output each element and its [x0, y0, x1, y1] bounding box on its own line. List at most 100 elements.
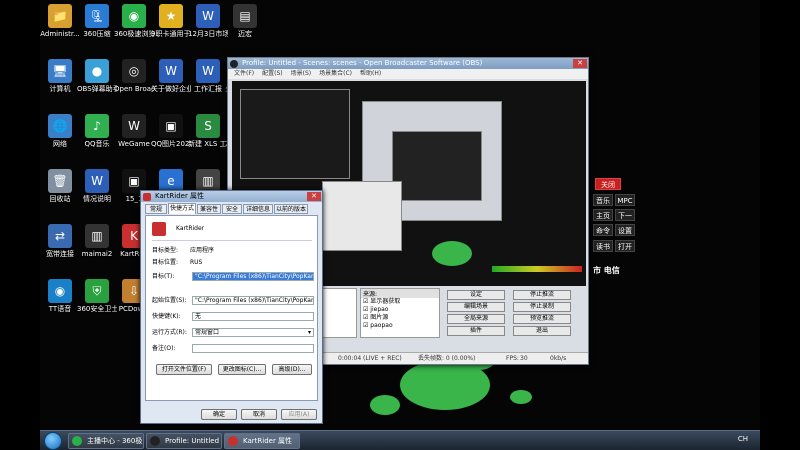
start-button[interactable]: [44, 432, 62, 450]
comment-input[interactable]: [192, 344, 314, 353]
tab-4[interactable]: 详细信息: [243, 204, 273, 214]
desktop-icon-glyph: ♪: [85, 114, 109, 138]
desktop-icon-glyph: ▥: [85, 224, 109, 248]
start-in-input[interactable]: "C:\Program Files (x86)\TianCity\PopKar: [192, 296, 314, 305]
tab-0[interactable]: 常规: [145, 204, 167, 214]
obs-menu-item[interactable]: 场景集合(C): [319, 70, 352, 77]
desktop-icon[interactable]: ⛨ 360安全卫士: [77, 279, 117, 313]
tab-5[interactable]: 以前的版本: [274, 204, 308, 214]
source-label: jiepao: [370, 306, 389, 313]
desktop-icon-label: TT语音: [48, 305, 72, 313]
row-comment: 备注(O):: [152, 344, 190, 353]
properties-tabs: 常规 快捷方式 兼容性 安全 详细信息 以前的版本: [141, 203, 322, 214]
cancel-button[interactable]: 取消: [241, 409, 277, 420]
run-select-value: 常规窗口: [195, 329, 220, 336]
desktop-icon-glyph: ●: [85, 59, 109, 83]
obs-control-button[interactable]: 全局来源: [447, 314, 505, 324]
desktop-icon[interactable]: S 新建 XLS 工作表: [188, 114, 228, 148]
task-icon: [150, 436, 160, 446]
source-item[interactable]: ☑ 图片源: [361, 314, 439, 322]
desktop-icon[interactable]: ▥ maimai2: [77, 224, 117, 258]
desktop-icon-label: 网络: [53, 140, 67, 148]
obs-control-button[interactable]: 编辑场景: [447, 302, 505, 312]
tray-text: CH: [737, 435, 748, 443]
desktop-icon-label: QQ音乐: [84, 140, 110, 148]
desktop-icon[interactable]: 🌐 网络: [40, 114, 80, 148]
taskbar-task[interactable]: 主播中心 - 360极...: [68, 433, 144, 449]
desktop-icon-label: 360极速浏览器: [114, 30, 154, 38]
open-file-location-button[interactable]: 打开文件位置(F): [156, 364, 212, 375]
preview-splat: [432, 241, 472, 266]
desktop-icon[interactable]: 🗑 回收站: [40, 169, 80, 203]
tab-2[interactable]: 兼容性: [197, 204, 221, 214]
obs-menu-item[interactable]: 配置(S): [262, 70, 283, 77]
desktop-icon[interactable]: W 工作汇报: [188, 59, 228, 93]
ok-button[interactable]: 确定: [201, 409, 237, 420]
desktop-icon[interactable]: W 情况说明: [77, 169, 117, 203]
right-extra-tile[interactable]: 打开: [615, 240, 635, 252]
desktop-icon[interactable]: ● OBS弹幕助手: [77, 59, 117, 93]
right-tile[interactable]: 命令: [593, 224, 613, 236]
properties-titlebar[interactable]: KartRider 属性 ✕: [141, 191, 322, 202]
right-tile[interactable]: 下一首: [615, 209, 635, 232]
right-tile[interactable]: MPC: [615, 194, 635, 206]
source-item[interactable]: ☑ 显示器获取: [361, 298, 439, 306]
target-input[interactable]: "C:\Program Files (x86)\TianCity\PopKart…: [192, 272, 314, 281]
right-tile[interactable]: 音乐: [593, 194, 613, 206]
desktop-icon[interactable]: ▣ QQ图片20210615...: [151, 114, 191, 148]
desktop-icon[interactable]: 📁 Administr...: [40, 4, 80, 38]
right-red-tile[interactable]: 关闭: [595, 178, 621, 190]
desktop-icon-glyph: 📁: [48, 4, 72, 28]
tab-3[interactable]: 安全: [222, 204, 242, 214]
desktop-icon[interactable]: ♪ QQ音乐: [77, 114, 117, 148]
desktop-icon-label: 新建 XLS 工作表: [188, 140, 228, 148]
obs-control-button[interactable]: 停止推流: [513, 290, 571, 300]
tab-1[interactable]: 快捷方式: [168, 203, 196, 214]
obs-menu-item[interactable]: 帮助(H): [360, 70, 381, 77]
row-target-type: 目标类型: 应用程序: [152, 246, 214, 255]
obs-control-button[interactable]: 停止录制: [513, 302, 571, 312]
obs-control-button[interactable]: 设定: [447, 290, 505, 300]
desktop-icon[interactable]: ⇄ 宽带连接: [40, 224, 80, 258]
obs-control-button[interactable]: 退出: [513, 326, 571, 336]
close-icon[interactable]: ✕: [573, 59, 587, 68]
obs-menu-item[interactable]: 文件(F): [234, 70, 254, 77]
desktop-icon[interactable]: ★ 9职卡通用于win10 win7: [151, 4, 191, 38]
properties-dialog[interactable]: KartRider 属性 ✕ 常规 快捷方式 兼容性 安全 详细信息 以前的版本 Kart…: [140, 190, 323, 424]
desktop-icon[interactable]: ▤ 迈宏: [225, 4, 265, 38]
desktop-icon[interactable]: ◉ 360极速浏览器: [114, 4, 154, 38]
obs-menu-item[interactable]: 场景(S): [291, 70, 312, 77]
properties-title: KartRider 属性: [155, 192, 205, 200]
close-icon[interactable]: ✕: [307, 192, 321, 201]
desktop-icon-glyph: ◉: [122, 4, 146, 28]
obs-titlebar[interactable]: Profile: Untitled - Scenes: scenes - Ope…: [228, 58, 588, 69]
desktop-icon-label: 360压缩: [83, 30, 111, 38]
sources-panel[interactable]: 来源: ☑ 显示器获取 ☑ jiepao ☑ 图片源 ☑ paopao: [360, 288, 440, 338]
task-label: Profile: Untitled ...: [165, 437, 222, 445]
source-item[interactable]: ☑ jiepao: [361, 306, 439, 314]
hotkey-input[interactable]: 无: [192, 312, 314, 321]
desktop-icon-label: OBS弹幕助手: [77, 85, 117, 93]
right-extra-tile[interactable]: 读书: [593, 240, 613, 252]
task-icon: [228, 436, 238, 446]
taskbar-task[interactable]: Profile: Untitled ...: [146, 433, 222, 449]
desktop-icon[interactable]: W 12月3日市场部工作简报: [188, 4, 228, 38]
desktop-icon[interactable]: W 关于做好企业民生管理工...: [151, 59, 191, 93]
desktop-icon[interactable]: ◎ Open Broadcast...: [114, 59, 154, 93]
advanced-button[interactable]: 高级(D)...: [272, 364, 312, 375]
desktop-icon[interactable]: W WeGame: [114, 114, 154, 148]
desktop-icon-glyph: ⇄: [48, 224, 72, 248]
run-select[interactable]: 常规窗口 ▾: [192, 328, 314, 337]
right-tile[interactable]: 主页: [593, 209, 613, 221]
source-item[interactable]: ☑ paopao: [361, 322, 439, 330]
obs-control-button[interactable]: 预览推流: [513, 314, 571, 324]
apply-button[interactable]: 应用(A): [281, 409, 317, 420]
desktop-icon[interactable]: ◉ TT语音: [40, 279, 80, 313]
desktop-icon[interactable]: 🖥 计算机: [40, 59, 80, 93]
taskbar-task[interactable]: KartRider 属性: [224, 433, 300, 449]
obs-control-button[interactable]: 插件: [447, 326, 505, 336]
desktop-icon[interactable]: 🗜 360压缩: [77, 4, 117, 38]
change-icon-button[interactable]: 更改图标(C)...: [218, 364, 266, 375]
right-tile[interactable]: 设置: [615, 224, 635, 236]
desktop-icon-glyph: 🗑: [48, 169, 72, 193]
